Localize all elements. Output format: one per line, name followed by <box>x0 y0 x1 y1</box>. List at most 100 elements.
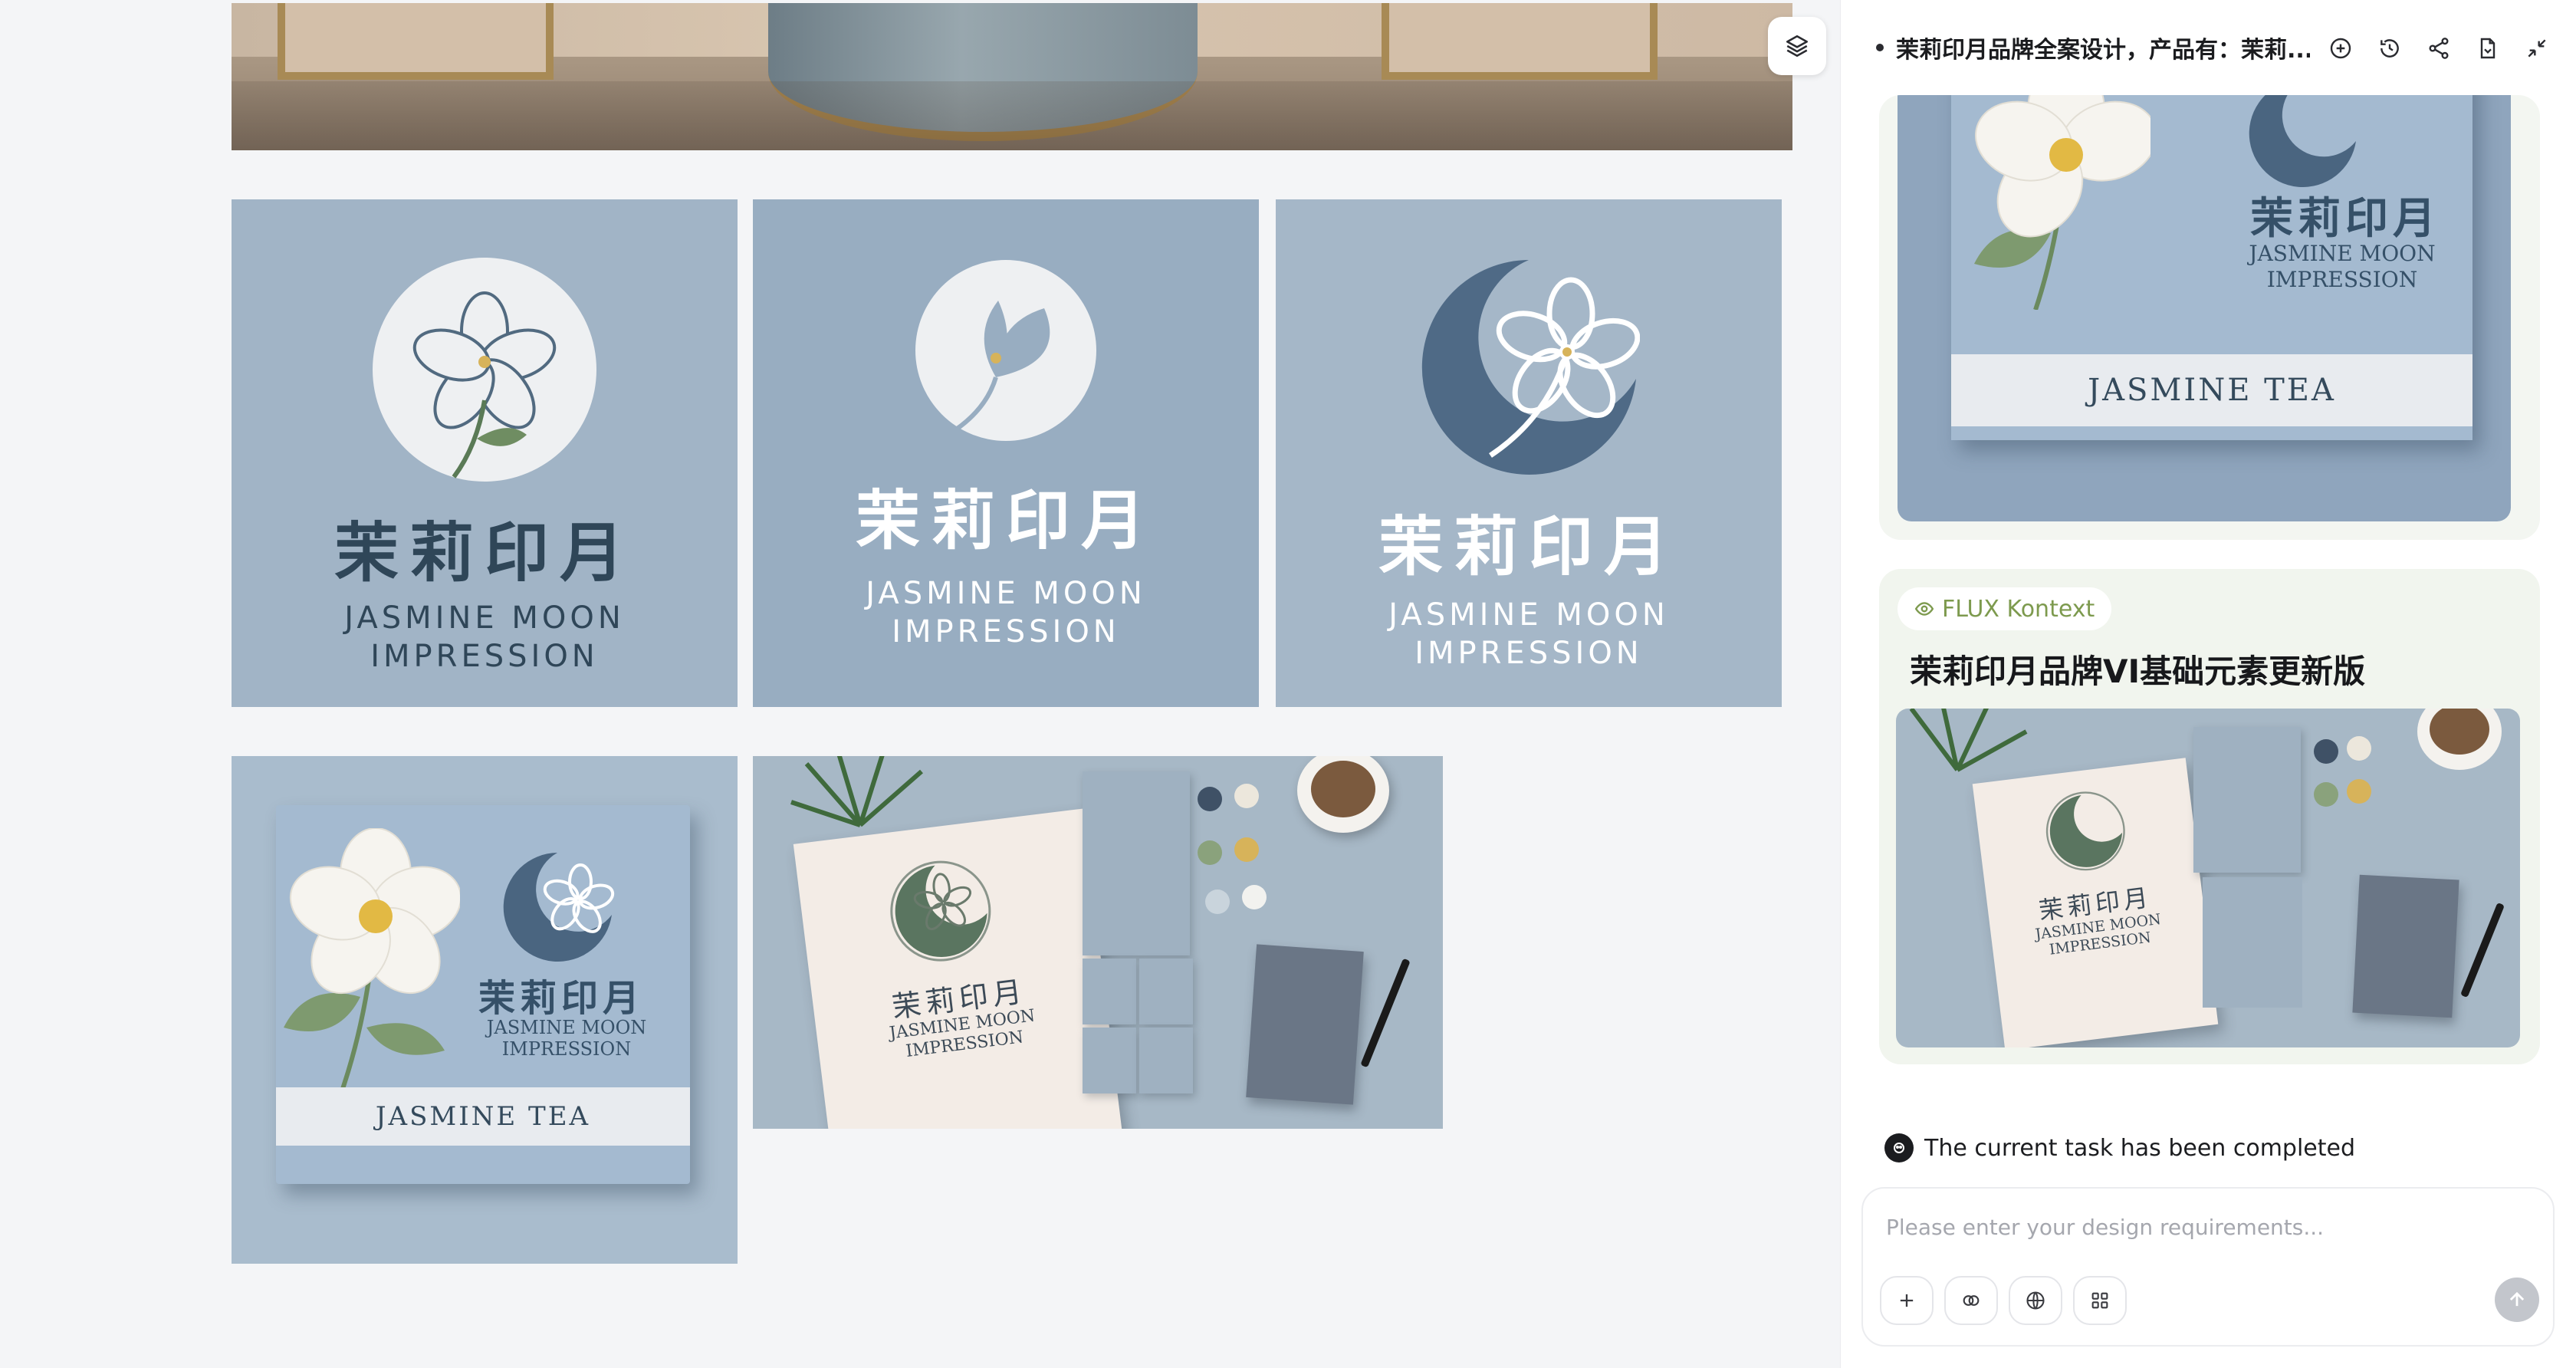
lobby-image[interactable] <box>232 3 1792 150</box>
history-button[interactable] <box>2371 29 2409 67</box>
arrow-up-icon <box>2509 1291 2525 1307</box>
layers-button[interactable] <box>1768 17 1826 75</box>
prev-tea-box: 茉莉印月 JASMINE MOON IMPRESSION JASMINE TEA <box>1951 95 2472 440</box>
logo-1-chinese-name: 茉莉印月 <box>334 515 635 590</box>
share-button[interactable] <box>2420 29 2458 67</box>
jasmine-emblem-icon <box>373 258 596 482</box>
collapse-icon <box>2528 39 2546 58</box>
previous-result-image[interactable]: 茉莉印月 JASMINE MOON IMPRESSION JASMINE TEA <box>1898 95 2511 521</box>
mockup-pattern-tile-3 <box>1083 1028 1136 1093</box>
prev-tea-box-cn: 茉莉印月 <box>2250 194 2440 244</box>
logo-variant-1[interactable]: 茉莉印月 JASMINE MOON IMPRESSION <box>232 199 738 707</box>
lobby-cabinet-right <box>1382 3 1658 80</box>
plant-icon <box>790 756 923 827</box>
web-search-button[interactable] <box>2009 1276 2062 1325</box>
swatch-cream <box>1234 784 1259 808</box>
new-chat-button[interactable] <box>2321 29 2360 67</box>
globe-icon <box>2026 1291 2045 1310</box>
chat-header: 茉莉印月品牌全案设计，产品有：茉莉... <box>1841 0 2576 95</box>
lobby-floor <box>232 81 1792 150</box>
chat-title[interactable]: 茉莉印月品牌全案设计，产品有：茉莉... <box>1896 31 2310 64</box>
plus-icon <box>1900 1294 1914 1307</box>
swatch-navy <box>1198 787 1222 811</box>
send-button[interactable] <box>2495 1278 2539 1322</box>
tea-box-english-line1: JASMINE MOON <box>486 1017 647 1038</box>
prev-tea-box-en: JASMINE MOON IMPRESSION <box>2242 241 2442 293</box>
export-button[interactable] <box>2469 29 2507 67</box>
thumb-pen <box>2460 902 2505 998</box>
crescent-moon-small-icon <box>503 853 615 962</box>
logo-2-english-line1: JASMINE MOON <box>866 576 1146 611</box>
message-card-flux: FLUX Kontext 茉莉印月品牌VI基础元素更新版 茉莉印月 JASMIN… <box>1879 569 2540 1064</box>
jasmine-flower-illustration-icon <box>284 828 460 1104</box>
eye-icon <box>1914 602 1934 616</box>
vi-mockup-image[interactable]: 茉莉印月 JASMINE MOON IMPRESSION <box>753 756 1443 1129</box>
prev-tea-box-en-line1: JASMINE MOON <box>2249 241 2436 266</box>
prev-crescent-icon <box>2249 95 2356 187</box>
thumb-plant-icon <box>1909 709 2028 772</box>
mockup-pattern-tile-2 <box>1139 959 1193 1024</box>
new-chat-icon <box>2330 38 2351 59</box>
prompt-input[interactable]: Please enter your design requirements... <box>1886 1215 2324 1240</box>
thumb-swatch-navy <box>2314 739 2338 764</box>
layers-icon <box>1786 35 1809 58</box>
prev-tea-box-band: JASMINE TEA <box>1951 354 2472 426</box>
logo-2-chinese-name: 茉莉印月 <box>855 483 1156 558</box>
status-dot <box>1876 44 1884 51</box>
prompt-input-box[interactable]: Please enter your design requirements... <box>1861 1187 2555 1347</box>
logo-3-chinese-name: 茉莉印月 <box>1378 509 1679 584</box>
logo-2-english-line2: IMPRESSION <box>892 614 1120 649</box>
message-card-previous: 茉莉印月 JASMINE MOON IMPRESSION JASMINE TEA <box>1879 95 2540 540</box>
tea-box-chinese-name: 茉莉印月 <box>478 977 645 1020</box>
robot-avatar-icon <box>1884 1133 1914 1162</box>
model-badge-label: FLUX Kontext <box>1942 595 2095 623</box>
add-attachment-button[interactable] <box>1880 1276 1934 1325</box>
logo-1-english-line2: IMPRESSION <box>370 639 599 674</box>
tea-box: 茉莉印月 JASMINE MOON IMPRESSION JASMINE TEA <box>276 805 690 1184</box>
logo-variant-3[interactable]: 茉莉印月 JASMINE MOON IMPRESSION <box>1276 199 1782 707</box>
tea-box-band-label: JASMINE TEA <box>375 1101 591 1132</box>
style-button[interactable] <box>1944 1276 1998 1325</box>
apps-button[interactable] <box>2073 1276 2127 1325</box>
task-status: The current task has been completed <box>1884 1133 2355 1162</box>
task-status-text: The current task has been completed <box>1924 1134 2356 1162</box>
tea-box-image[interactable]: 茉莉印月 JASMINE MOON IMPRESSION JASMINE TEA <box>232 756 738 1264</box>
message-title: 茉莉印月品牌VI基础元素更新版 <box>1910 653 2366 690</box>
logo-variant-2[interactable]: 茉莉印月 JASMINE MOON IMPRESSION <box>753 199 1259 707</box>
swatch-white <box>1242 885 1267 909</box>
thumb-pattern-tiles <box>2203 877 2302 1008</box>
result-thumbnail[interactable]: 茉莉印月 JASMINE MOON IMPRESSION <box>1896 709 2520 1047</box>
lobby-cabinet-left <box>278 3 554 80</box>
prev-tea-box-band-label: JASMINE TEA <box>2088 373 2336 408</box>
swatch-light-blue <box>1205 890 1230 914</box>
collapse-button[interactable] <box>2518 29 2556 67</box>
logo-1-english-line1: JASMINE MOON <box>344 600 625 636</box>
model-badge: FLUX Kontext <box>1898 587 2112 630</box>
swatch-sage <box>1198 840 1222 865</box>
mockup-letterhead: 茉莉印月 JASMINE MOON IMPRESSION <box>793 808 1127 1129</box>
mockup-dark-card <box>1246 944 1364 1105</box>
thumb-swatch-cream <box>2347 736 2371 761</box>
leaf-circle-icon <box>915 260 1096 441</box>
grid-icon <box>2091 1292 2108 1309</box>
canvas-area: 茉莉印月 JASMINE MOON IMPRESSION 茉莉印月 JASMIN… <box>0 0 1840 1368</box>
thumb-swatch-sage <box>2314 782 2338 807</box>
coffee-liquid <box>1311 761 1375 817</box>
tea-box-english-name: JASMINE MOON IMPRESSION <box>471 1017 662 1060</box>
history-icon <box>2380 39 2399 58</box>
palette-icon <box>1963 1295 1980 1306</box>
swatch-gold <box>1234 837 1259 862</box>
mockup-pattern-tile-1 <box>1083 959 1136 1024</box>
mockup-pattern-tile-4 <box>1139 1028 1193 1093</box>
mockup-emblem-icon <box>890 860 991 962</box>
logo-3-english-line1: JASMINE MOON <box>1388 597 1669 633</box>
crescent-moon-flower-icon <box>1421 260 1640 475</box>
mockup-pen <box>1360 958 1411 1068</box>
chat-panel: 茉莉印月品牌全案设计，产品有：茉莉... 茉莉印月 JASMINE MOON I… <box>1840 0 2576 1368</box>
share-icon <box>2429 38 2449 59</box>
thumb-business-card <box>2193 727 2301 873</box>
thumb-emblem-icon <box>2045 791 2125 871</box>
prev-jasmine-flower-icon <box>1974 95 2150 310</box>
header-actions <box>2321 29 2556 67</box>
mockup-business-card <box>1083 771 1190 955</box>
